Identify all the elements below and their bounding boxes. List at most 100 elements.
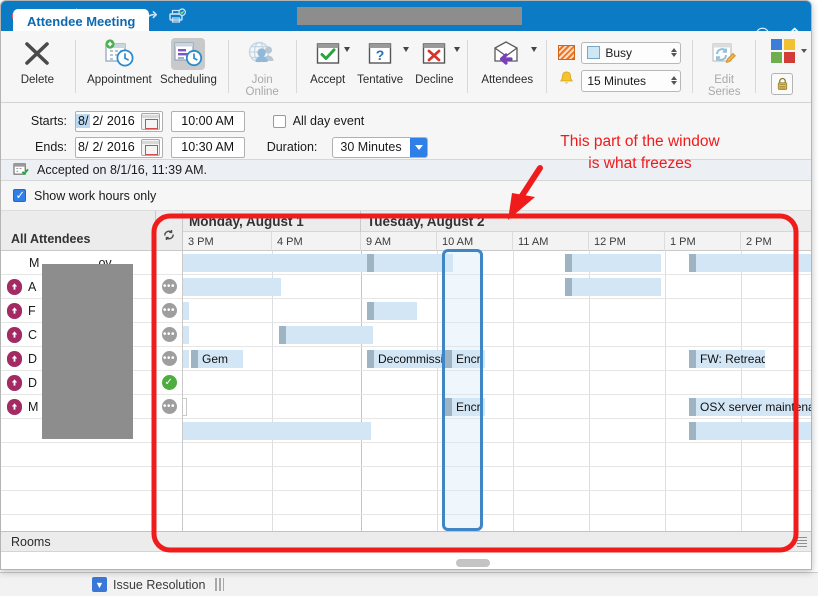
duration-row: Duration: 30 Minutes (267, 136, 429, 158)
busy-block[interactable] (565, 278, 661, 296)
starts-day[interactable]: 2/ (90, 114, 104, 128)
required-attendee-icon (7, 302, 22, 319)
chevron-down-icon[interactable] (531, 47, 538, 52)
attendee-row-empty[interactable] (1, 491, 155, 515)
appointment-calendar-clock-icon (102, 38, 136, 70)
attendee-row-empty[interactable] (1, 467, 155, 491)
starts-month[interactable]: 8/ (76, 114, 91, 128)
tentative-question-icon: ? (363, 38, 397, 70)
hour-label: 1 PM (665, 232, 741, 251)
decline-label: Decline (415, 74, 454, 86)
busy-block[interactable] (689, 254, 811, 272)
show-work-hours-checkbox[interactable] (13, 188, 26, 202)
event-block[interactable]: Encr (445, 350, 485, 368)
busy-block[interactable] (689, 422, 811, 440)
show-as-select[interactable]: Busy (581, 41, 682, 64)
appointment-button[interactable]: Appointment (83, 31, 157, 102)
busy-block[interactable] (183, 422, 371, 440)
show-as-busy-icon (558, 45, 576, 60)
calendar-picker-icon[interactable] (140, 112, 160, 130)
ends-time-field[interactable]: 10:30 AM (170, 136, 245, 158)
ends-year[interactable]: 2016 (105, 140, 137, 154)
timeline-row[interactable] (183, 443, 811, 467)
event-block[interactable]: OSX server maintenan (689, 398, 811, 416)
starts-time-field[interactable]: 10:00 AM (170, 110, 245, 132)
all-day-event-checkbox[interactable] (272, 114, 286, 128)
busy-block[interactable] (183, 254, 371, 272)
event-block[interactable]: FW: Retread (689, 350, 765, 368)
duration-select[interactable]: 30 Minutes (332, 136, 429, 158)
chevron-down-icon[interactable] (801, 48, 807, 53)
starts-year[interactable]: 2016 (105, 114, 137, 128)
show-as-stepper[interactable] (671, 48, 678, 57)
timeline-row[interactable] (183, 371, 811, 395)
tentative-block[interactable] (183, 398, 187, 416)
calendar-picker-icon[interactable] (140, 138, 160, 156)
busy-block[interactable] (367, 302, 417, 320)
busy-block[interactable] (183, 278, 281, 296)
status-cell[interactable]: ••• (156, 299, 182, 323)
reminder-select[interactable]: 15 Minutes (581, 69, 682, 92)
status-cell[interactable]: ••• (156, 347, 182, 371)
ends-day[interactable]: 2/ (90, 140, 104, 154)
event-block[interactable]: Encr (445, 398, 485, 416)
scheduling-button[interactable]: Scheduling (156, 31, 220, 102)
selection-fill (445, 251, 480, 531)
status-cell[interactable]: ••• (156, 275, 182, 299)
refresh-column-header[interactable] (156, 211, 182, 251)
busy-block[interactable] (279, 326, 373, 344)
dots-icon: ••• (161, 399, 177, 414)
reminder-stepper[interactable] (671, 76, 678, 85)
busy-block[interactable] (565, 254, 661, 272)
private-lock-icon[interactable] (771, 72, 793, 95)
rooms-header[interactable]: Rooms (1, 531, 811, 551)
all-day-event-row[interactable]: All day event (272, 114, 364, 128)
busy-block[interactable] (183, 302, 189, 320)
tentative-button[interactable]: ? Tentative (352, 31, 409, 102)
print-preview-icon[interactable] (164, 3, 190, 29)
attendee-name: D (28, 375, 38, 390)
ends-month[interactable]: 8/ (76, 140, 90, 154)
timeline-row[interactable] (183, 299, 811, 323)
status-cell[interactable]: ••• (156, 323, 182, 347)
hour-label: 9 AM (361, 232, 437, 251)
event-block[interactable]: Decommissi (367, 350, 445, 368)
chevron-down-icon[interactable] (410, 137, 428, 157)
decline-button[interactable]: Decline (409, 31, 461, 102)
busy-block[interactable] (367, 254, 453, 272)
tab-attendee-meeting[interactable]: Attendee Meeting (13, 9, 150, 33)
private-row[interactable] (771, 72, 807, 95)
join-online-label: Join Online (245, 74, 279, 98)
timeline-row[interactable] (183, 515, 811, 531)
join-online-globe-people-icon (245, 38, 279, 70)
hour-label: 11 AM (513, 232, 589, 251)
timeline-row[interactable] (183, 491, 811, 515)
timeline-body[interactable]: Gem Decommissi Encr FW: Retread Encr OSX… (183, 249, 811, 531)
timeline-row[interactable] (183, 467, 811, 491)
refresh-icon[interactable] (162, 228, 176, 247)
status-cell[interactable]: ✓ (156, 371, 182, 395)
timeline-row[interactable] (183, 323, 811, 347)
chevron-down-icon[interactable] (454, 47, 461, 52)
delete-button[interactable]: Delete (7, 31, 68, 102)
chevron-down-icon[interactable] (343, 47, 350, 52)
check-icon: ✓ (161, 375, 177, 390)
categorize-row[interactable] (771, 38, 807, 63)
resize-grip[interactable] (797, 536, 807, 547)
starts-date-field[interactable]: 8/ 2/ 2016 (75, 110, 163, 132)
accepted-banner-text: Accepted on 8/1/16, 11:39 AM. (37, 163, 208, 177)
attendees-button[interactable]: Attendees (475, 31, 539, 102)
scrollbar-thumb[interactable] (456, 559, 491, 567)
busy-block[interactable] (183, 326, 189, 344)
event-block[interactable]: Gem (191, 350, 243, 368)
timeline-grid[interactable]: Monday, August 1 Tuesday, August 2 3 PM … (183, 211, 811, 531)
dots-icon: ••• (161, 327, 177, 342)
edit-series-label: Edit Series (707, 74, 741, 98)
horizontal-scrollbar[interactable] (161, 559, 803, 567)
attendee-row-empty[interactable] (1, 443, 155, 467)
accept-button[interactable]: Accept (304, 31, 352, 102)
ends-date-field[interactable]: 8/ 2/ 2016 (75, 136, 163, 158)
status-cell[interactable]: ••• (156, 395, 182, 419)
busy-block[interactable] (183, 350, 189, 368)
categorize-private-controls (763, 31, 811, 102)
